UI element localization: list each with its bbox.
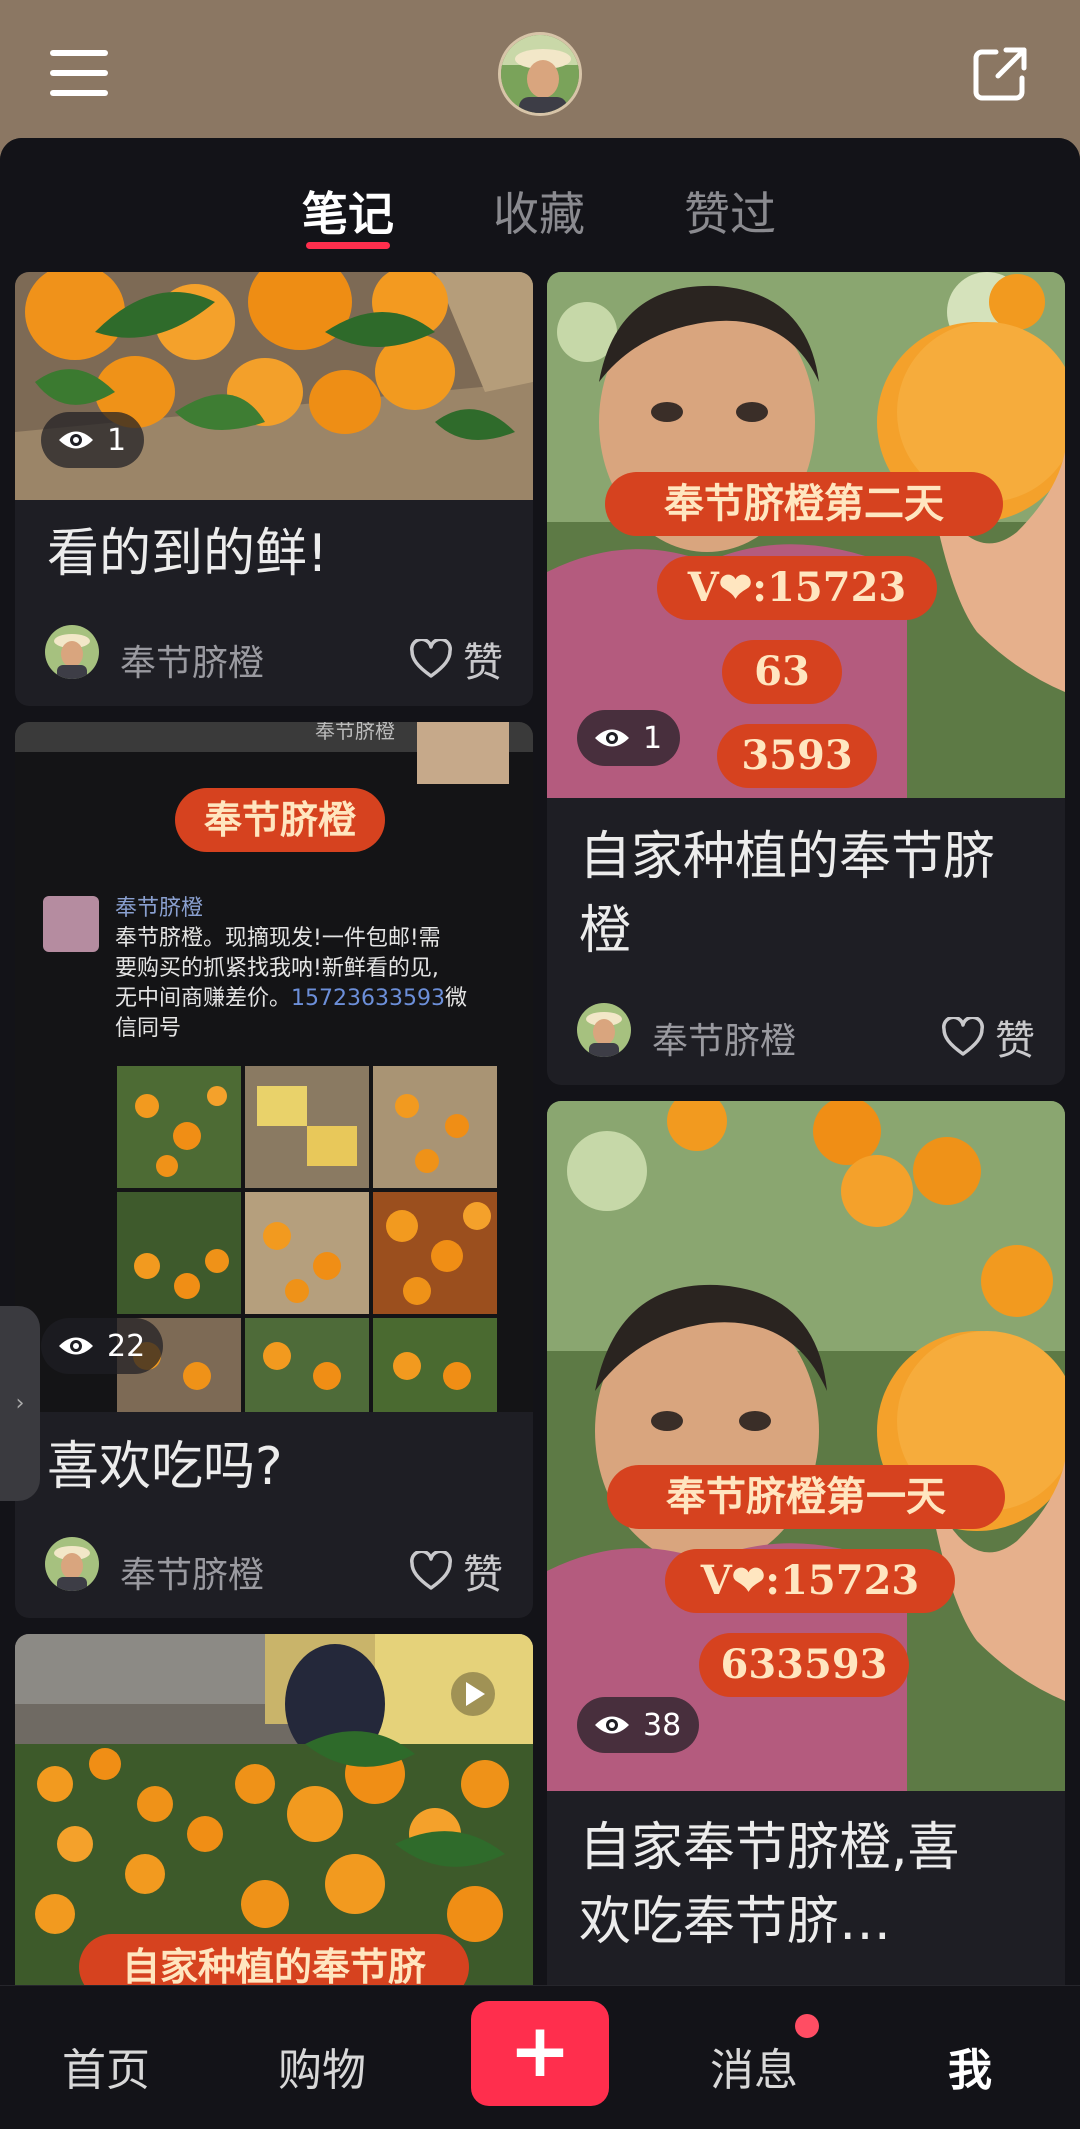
eye-icon	[595, 729, 629, 747]
view-count: 22	[107, 1328, 146, 1364]
like-label: 赞	[463, 640, 503, 686]
note-title: 自家奉节脐橙,喜欢吃奉节脐…	[579, 1818, 960, 1952]
video-caption: V❤:15723	[665, 1549, 955, 1613]
view-count: 38	[643, 1707, 682, 1743]
tab-active-indicator	[306, 242, 390, 249]
screenshot-post-line: 无中间商赚差价。15723633593微	[115, 986, 467, 1011]
author-name[interactable]: 奉节脐橙	[120, 1546, 264, 1598]
create-post-button[interactable]: +	[471, 2001, 609, 2106]
author-avatar[interactable]	[45, 1537, 99, 1591]
eye-icon	[59, 431, 93, 449]
photo-grid	[117, 1066, 497, 1412]
tab-favorites[interactable]: 收藏	[493, 178, 585, 244]
avatar[interactable]	[498, 32, 582, 116]
video-caption: 63	[722, 640, 842, 704]
nav-home[interactable]: 首页	[62, 2034, 150, 2098]
share-icon[interactable]	[970, 44, 1030, 104]
like-button[interactable]: 赞	[409, 1542, 503, 1600]
like-button[interactable]: 赞	[409, 630, 503, 688]
heart-icon	[410, 1551, 452, 1590]
tab-liked[interactable]: 赞过	[684, 178, 776, 244]
profile-header	[0, 0, 1080, 140]
view-count: 1	[107, 422, 127, 458]
note-title: 自家种植的奉节脐橙	[579, 827, 996, 961]
nav-messages[interactable]: 消息	[710, 2034, 798, 2098]
note-title: 看的到的鲜!	[47, 524, 328, 584]
video-caption: 奉节脐橙第一天	[607, 1465, 1005, 1529]
note-card[interactable]: 奉节脐橙 奉节脐橙 奉节脐橙 奉节脐橙。现摘现发!一件包邮!需 要购买的抓紧找我…	[15, 722, 533, 1618]
video-caption: 奉节脐橙第二天	[605, 472, 1003, 536]
author-name[interactable]: 奉节脐橙	[120, 634, 264, 686]
tab-notes[interactable]: 笔记	[302, 178, 394, 244]
view-count-badge: 38	[577, 1697, 700, 1753]
content-panel: 笔记 收藏 赞过 1 看的到的鲜! 奉节脐橙 赞 奉节脐橙 奉节脐橙 奉节脐橙 …	[0, 138, 1080, 2129]
screenshot-post-line: 奉节脐橙。现摘现发!一件包邮!需	[115, 926, 441, 951]
note-card[interactable]: 奉节脐橙第一天 V❤:15723 633593 38 自家奉节脐橙,喜欢吃奉节脐…	[547, 1101, 1065, 2001]
video-caption: 3593	[717, 724, 877, 788]
view-count-badge: 22	[41, 1318, 164, 1374]
note-card[interactable]: 自家种植的奉节脐	[15, 1634, 533, 2034]
nav-me[interactable]: 我	[948, 2034, 992, 2098]
video-caption: V❤:15723	[657, 556, 937, 620]
author-avatar[interactable]	[45, 625, 99, 679]
note-card[interactable]: 奉节脐橙第二天 V❤:15723 63 3593 1 自家种植的奉节脐橙 奉节脐…	[547, 272, 1065, 1085]
bottom-nav: 首页 购物 + 消息 我	[0, 1985, 1080, 2129]
note-card[interactable]: 1 看的到的鲜! 奉节脐橙 赞	[15, 272, 533, 706]
like-label: 赞	[995, 1018, 1035, 1064]
like-label: 赞	[463, 1552, 503, 1598]
screenshot-post-line: 信同号	[115, 1016, 182, 1041]
screenshot-header-text: 奉节脐橙	[315, 722, 395, 743]
side-drawer-handle[interactable]: ›	[0, 1306, 40, 1501]
author-name[interactable]: 奉节脐橙	[652, 1012, 796, 1064]
view-count-badge: 1	[577, 710, 681, 766]
view-count-badge: 1	[41, 412, 145, 468]
note-title: 喜欢吃吗?	[47, 1437, 283, 1497]
like-button[interactable]: 赞	[941, 1008, 1035, 1066]
screenshot-post-author: 奉节脐橙	[115, 896, 204, 921]
author-avatar[interactable]	[577, 1003, 631, 1057]
note-cover-image[interactable]: 奉节脐橙 奉节脐橙 奉节脐橙 奉节脐橙。现摘现发!一件包邮!需 要购买的抓紧找我…	[15, 722, 533, 1412]
heart-icon	[942, 1017, 984, 1056]
nav-shop[interactable]: 购物	[278, 2034, 366, 2098]
eye-icon	[595, 1716, 629, 1734]
tab-bar: 笔记 收藏 赞过	[0, 138, 1080, 272]
eye-icon	[59, 1337, 93, 1355]
screenshot-post-line: 要购买的抓紧找我呐!新鲜看的见,	[115, 956, 439, 981]
heart-icon	[410, 639, 452, 678]
notification-dot	[795, 2014, 819, 2038]
screenshot-banner: 奉节脐橙	[175, 788, 385, 852]
chevron-right-icon: ›	[15, 1391, 25, 1416]
view-count: 1	[643, 720, 663, 756]
menu-icon[interactable]	[50, 50, 108, 96]
video-caption: 633593	[699, 1633, 909, 1697]
